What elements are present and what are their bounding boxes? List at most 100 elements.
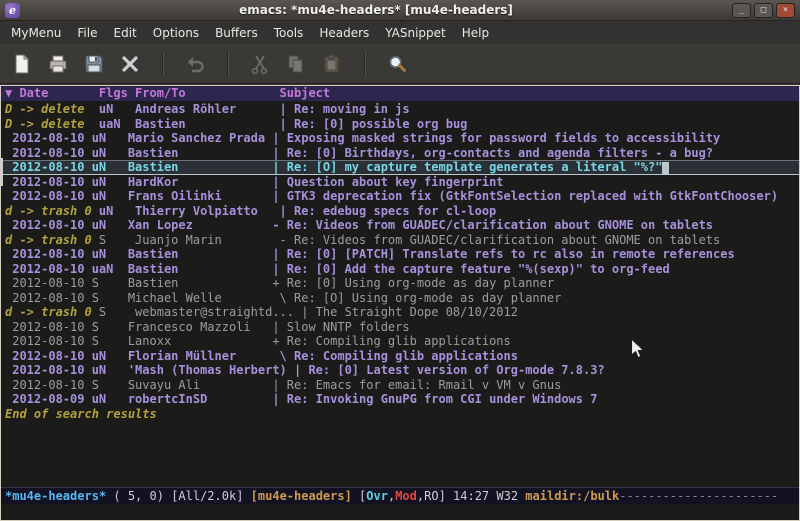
message-row[interactable]: 2012-08-10 uN Florian Müllner \ Re: Comp… xyxy=(1,349,799,364)
header-line: ▼ Date Flgs From/To Subject xyxy=(1,86,799,101)
message-row[interactable]: 2012-08-10 uN Bastien | Re: [O] my captu… xyxy=(1,160,799,175)
menu-tools[interactable]: Tools xyxy=(266,23,312,43)
col-flags: S xyxy=(92,334,128,348)
message-row[interactable]: 2012-08-10 S Lanoxx + Re: Compiling glib… xyxy=(1,334,799,349)
copy-button xyxy=(278,47,314,81)
modeline-overwrite-indicator: Ovr xyxy=(366,489,388,503)
column-header-from[interactable]: From/To xyxy=(135,86,280,100)
col-subject: | Re: Invoking GnuPG from CGI under Wind… xyxy=(272,392,597,406)
close-button[interactable]: × xyxy=(776,3,795,18)
col-from: Michael Welle xyxy=(128,291,273,305)
menu-buffers[interactable]: Buffers xyxy=(207,23,266,43)
modeline-clock: 14:27 xyxy=(453,489,496,503)
search-icon xyxy=(386,53,408,75)
menu-headers[interactable]: Headers xyxy=(311,23,377,43)
search-button[interactable] xyxy=(379,47,415,81)
message-row[interactable]: 2012-08-10 uN HardKor | Question about k… xyxy=(1,175,799,190)
title-bar: e emacs: *mu4e-headers* [mu4e-headers] _… xyxy=(0,0,800,21)
message-list: D -> delete uN Andreas Röhler | Re: movi… xyxy=(1,102,799,407)
col-subject: | GTK3 deprecation fix (GtkFontSelection… xyxy=(272,189,778,203)
col-flags: uN xyxy=(92,392,128,406)
col-flags: S xyxy=(92,276,128,290)
col-mark-date: 2012-08-10 xyxy=(5,262,92,276)
col-from: Mario Sanchez Prada xyxy=(128,131,273,145)
menu-file[interactable]: File xyxy=(69,23,105,43)
paste-icon xyxy=(321,53,343,75)
col-mark-date: 2012-08-10 xyxy=(5,334,92,348)
undo-icon xyxy=(184,53,206,75)
col-from: Bastien xyxy=(128,262,273,276)
col-flags: uN xyxy=(92,131,128,145)
col-from: HardKor xyxy=(128,175,273,189)
message-row[interactable]: 2012-08-10 uN Xan Lopez - Re: Videos fro… xyxy=(1,218,799,233)
echo-area xyxy=(1,504,799,520)
col-from: Bastien xyxy=(128,276,273,290)
col-mark-date: 2012-08-10 xyxy=(5,160,92,174)
message-row[interactable]: 2012-08-09 uN robertcInSD | Re: Invoking… xyxy=(1,392,799,407)
menu-yasnippet[interactable]: YASnippet xyxy=(377,23,454,43)
col-flags: uN xyxy=(99,204,135,218)
col-subject: | Re: Emacs for email: Rmail v VM v Gnus xyxy=(272,378,561,392)
col-flags: S xyxy=(92,378,128,392)
open-file-icon xyxy=(47,53,69,75)
col-mark-date: 2012-08-10 xyxy=(5,131,92,145)
new-file-button[interactable] xyxy=(4,47,40,81)
message-row[interactable]: 2012-08-10 S Suvayu Ali | Re: Emacs for … xyxy=(1,378,799,393)
message-row[interactable]: 2012-08-10 uN Mario Sanchez Prada | Expo… xyxy=(1,131,799,146)
col-subject: | Question about key fingerprint xyxy=(272,175,503,189)
col-flags: uN xyxy=(92,189,128,203)
col-subject: - Re: Videos from GUADEC/clarification a… xyxy=(280,233,721,247)
paste-button xyxy=(314,47,350,81)
col-mark-date: 2012-08-10 xyxy=(5,291,92,305)
col-subject: | Slow NNTP folders xyxy=(272,320,409,334)
modeline-window-number: W32 xyxy=(496,489,525,503)
kill-buffer-button[interactable] xyxy=(112,47,148,81)
toolbar-separator xyxy=(227,51,228,77)
toolbar-separator xyxy=(162,51,163,77)
modeline-buffer-name: *mu4e-headers* xyxy=(5,489,106,503)
menu-options[interactable]: Options xyxy=(145,23,207,43)
col-from: webmaster@straightd... xyxy=(135,305,301,319)
save-buffer-button[interactable] xyxy=(76,47,112,81)
col-from: Thierry Volpiatto xyxy=(135,204,280,218)
message-row[interactable]: 2012-08-10 uaN Bastien | Re: [0] Add the… xyxy=(1,262,799,277)
new-file-icon xyxy=(11,53,33,75)
minimize-button[interactable]: _ xyxy=(732,3,751,18)
copy-icon xyxy=(285,53,307,75)
message-row[interactable]: 2012-08-10 uN Frans Oilinki | GTK3 depre… xyxy=(1,189,799,204)
open-file-button[interactable] xyxy=(40,47,76,81)
col-mark-date: 2012-08-10 xyxy=(5,146,92,160)
message-row[interactable]: d -> trash 0 S Juanjo Marin - Re: Videos… xyxy=(1,233,799,248)
message-row[interactable]: 2012-08-10 S Bastien + Re: [0] Using org… xyxy=(1,276,799,291)
cut-icon xyxy=(249,53,271,75)
column-header-flags[interactable]: Flgs xyxy=(99,86,135,100)
menu-help[interactable]: Help xyxy=(454,23,497,43)
scrollbar-thumb[interactable] xyxy=(1,158,3,186)
column-header-date[interactable]: ▼ Date xyxy=(5,86,99,100)
message-row[interactable]: d -> trash 0 uN Thierry Volpiatto | Re: … xyxy=(1,204,799,219)
col-subject: | Re: [0] Birthdays, org-contacts and ag… xyxy=(272,146,713,160)
message-row[interactable]: 2012-08-10 uN 'Mash (Thomas Herbert) | R… xyxy=(1,363,799,378)
col-from: Andreas Röhler xyxy=(135,102,280,116)
col-mark-date: 2012-08-10 xyxy=(5,218,92,232)
column-header-subject[interactable]: Subject xyxy=(280,86,331,100)
col-from: Bastien xyxy=(128,146,273,160)
col-from: Francesco Mazzoli xyxy=(128,320,273,334)
message-row[interactable]: 2012-08-10 S Francesco Mazzoli | Slow NN… xyxy=(1,320,799,335)
col-from: Lanoxx xyxy=(128,334,273,348)
headers-buffer: D -> delete uN Andreas Röhler | Re: movi… xyxy=(1,101,799,487)
col-mark-date: 2012-08-10 xyxy=(5,320,92,334)
col-subject: - Re: Videos from GUADEC/clarification a… xyxy=(272,218,713,232)
maximize-button[interactable]: □ xyxy=(754,3,773,18)
col-from: Bastien xyxy=(135,117,280,131)
cut-button xyxy=(242,47,278,81)
menu-edit[interactable]: Edit xyxy=(106,23,145,43)
message-row[interactable]: 2012-08-10 S Michael Welle \ Re: [O] Usi… xyxy=(1,291,799,306)
message-row[interactable]: 2012-08-10 uN Bastien | Re: [0] Birthday… xyxy=(1,146,799,161)
kill-buffer-icon xyxy=(119,53,141,75)
message-row[interactable]: d -> trash 0 S webmaster@straightd... | … xyxy=(1,305,799,320)
message-row[interactable]: D -> delete uN Andreas Röhler | Re: movi… xyxy=(1,102,799,117)
menu-mymenu[interactable]: MyMenu xyxy=(3,23,69,43)
message-row[interactable]: D -> delete uaN Bastien | Re: [0] possib… xyxy=(1,117,799,132)
message-row[interactable]: 2012-08-10 uN Bastien | Re: [0] [PATCH] … xyxy=(1,247,799,262)
